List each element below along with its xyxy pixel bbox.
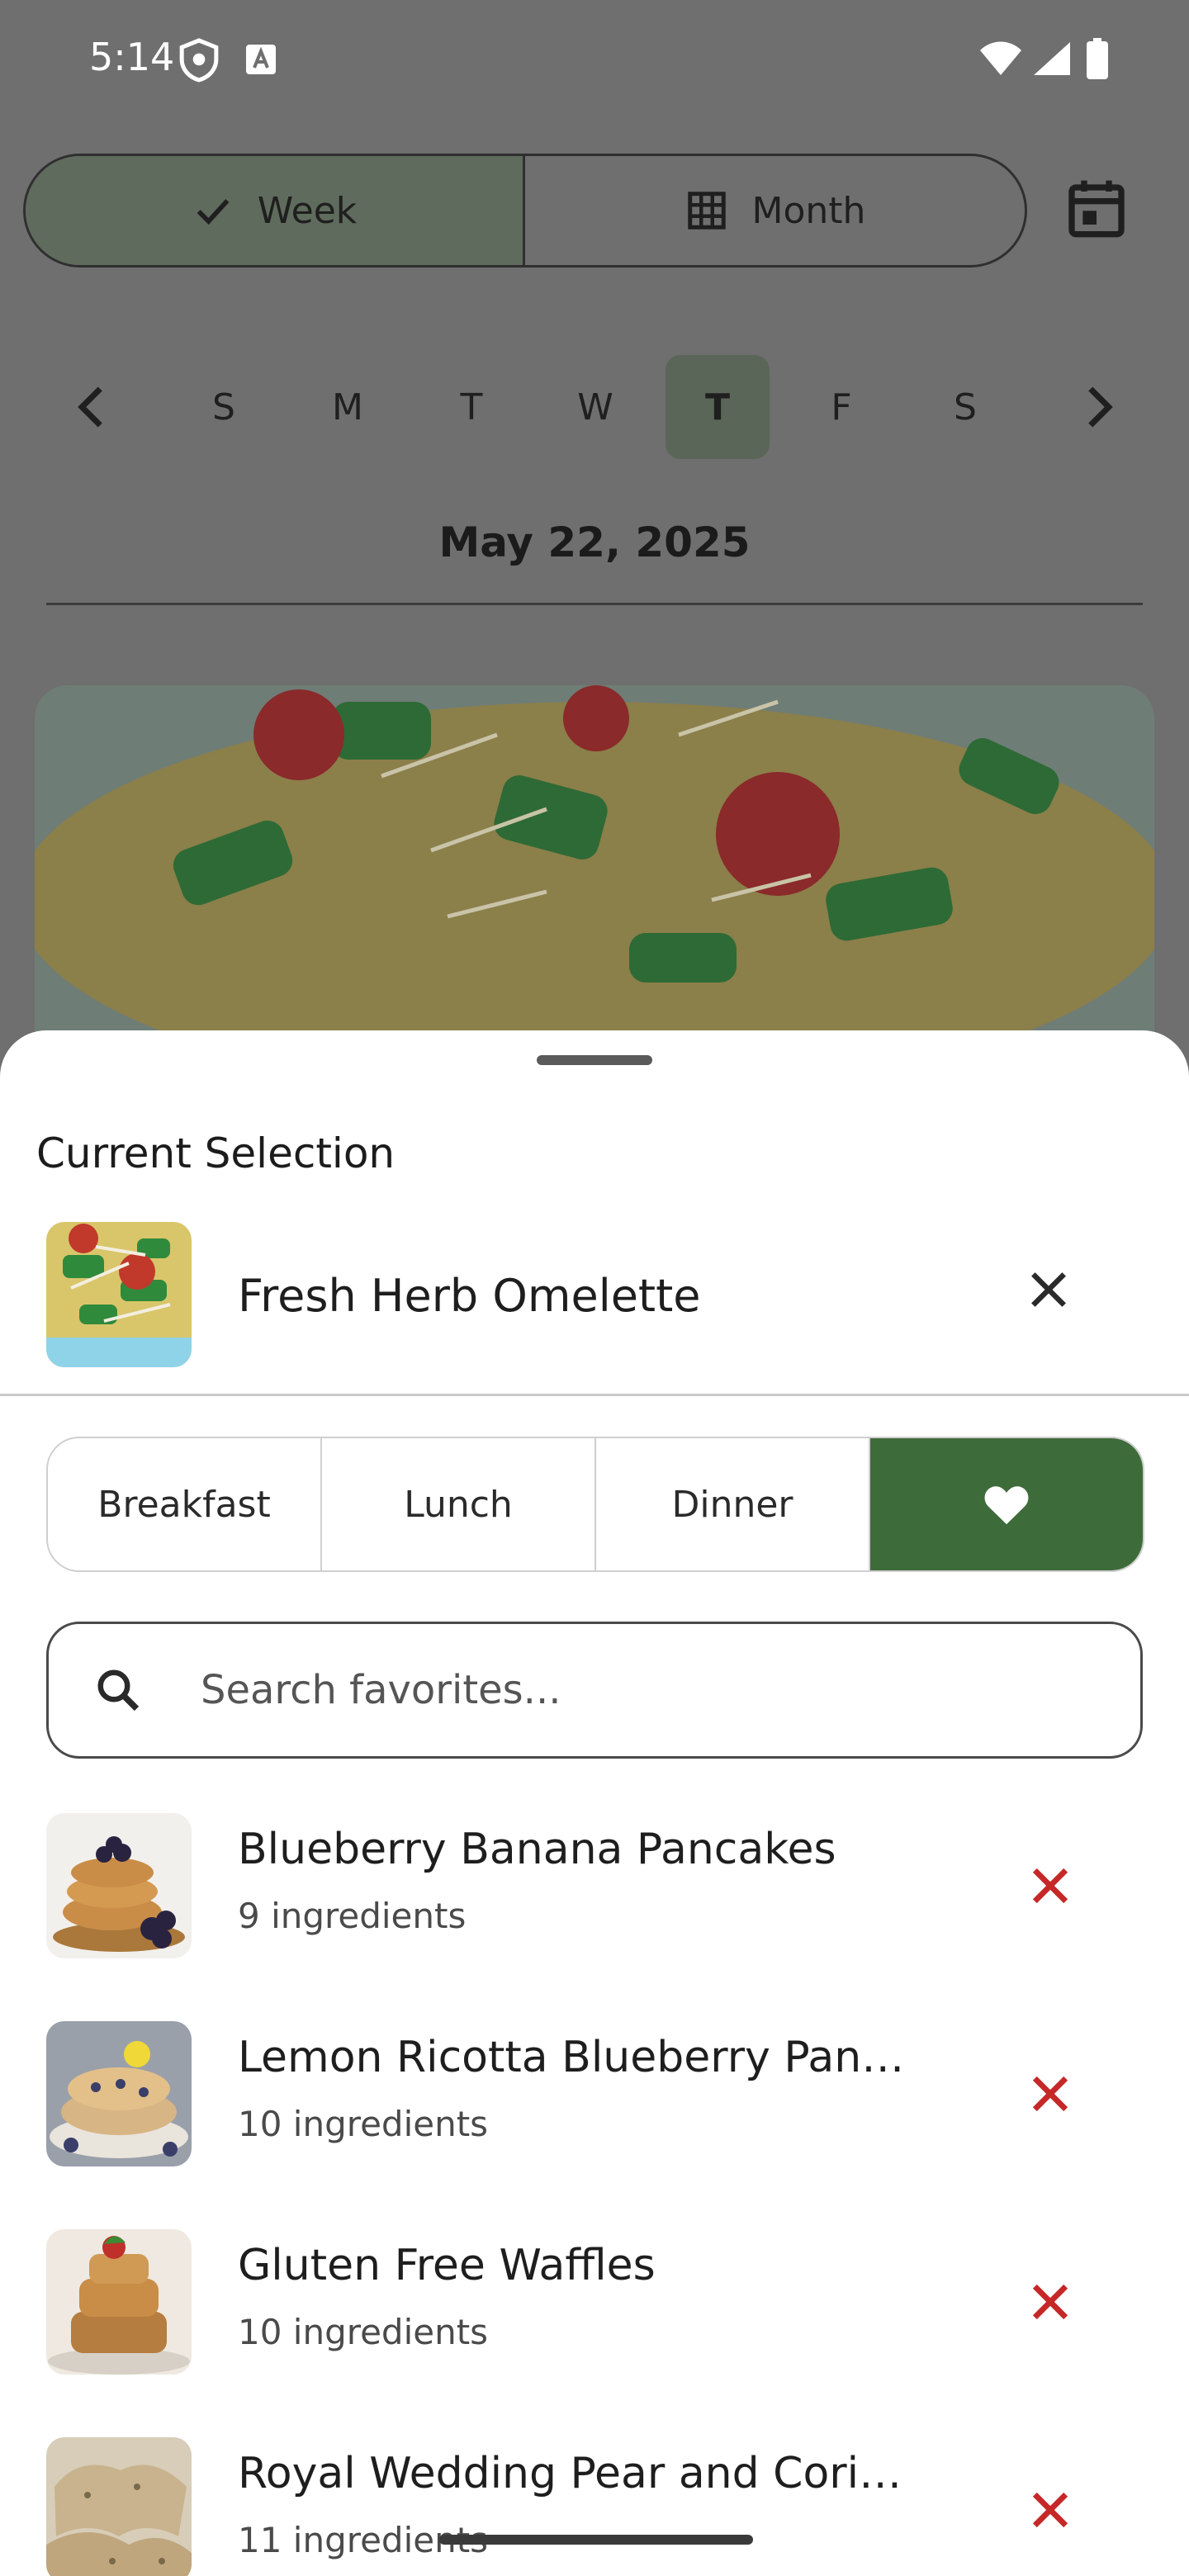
view-toggle: Week Month xyxy=(23,154,1027,268)
recipe-thumbnail xyxy=(46,2021,192,2166)
date-title: May 22, 2025 xyxy=(438,519,751,566)
meal-type-tabs: Breakfast Lunch Dinner xyxy=(46,1437,1144,1572)
heart-icon xyxy=(984,1486,1029,1525)
day-tuesday[interactable]: T xyxy=(419,355,523,459)
tab-dinner[interactable]: Dinner xyxy=(596,1438,870,1570)
search-bar xyxy=(46,1622,1143,1759)
recipe-thumbnail xyxy=(46,1813,192,1958)
recipe-name: Gluten Free Waffles xyxy=(238,2241,656,2290)
day-monday[interactable]: M xyxy=(296,355,400,459)
chevron-left-icon[interactable] xyxy=(66,380,121,434)
date-divider xyxy=(46,603,1143,605)
day-friday[interactable]: F xyxy=(789,355,893,459)
status-time: 5:14 xyxy=(89,35,175,79)
battery-icon xyxy=(1087,38,1108,79)
calendar-grid-icon xyxy=(687,192,726,230)
month-label: Month xyxy=(751,189,866,232)
remove-favorite-icon[interactable] xyxy=(1024,2484,1077,2536)
status-bar: 5:14 xyxy=(0,0,1189,116)
section-divider xyxy=(0,1394,1189,1396)
cell-signal-icon xyxy=(1034,42,1070,75)
day-thursday[interactable]: T xyxy=(666,355,770,459)
recipe-thumbnail xyxy=(46,2229,192,2375)
remove-favorite-icon[interactable] xyxy=(1024,2275,1077,2328)
recipe-name: Blueberry Banana Pancakes xyxy=(238,1825,836,1874)
day-sunday[interactable]: S xyxy=(172,355,276,459)
week-strip: S M T W T F S xyxy=(0,355,1189,462)
current-selection-row: Fresh Herb Omelette xyxy=(0,1222,1189,1371)
calendar-today-icon[interactable] xyxy=(1063,175,1130,241)
recipe-name: Royal Wedding Pear and Coriander Scones xyxy=(238,2449,923,2498)
ingredient-count: 10 ingredients xyxy=(238,2104,489,2144)
current-recipe-name: Fresh Herb Omelette xyxy=(238,1270,701,1322)
remove-favorite-icon[interactable] xyxy=(1024,1859,1077,1912)
keyboard-a-icon xyxy=(246,45,276,74)
list-item[interactable]: Blueberry Banana Pancakes 9 ingredients xyxy=(0,1813,1189,1962)
search-input[interactable] xyxy=(199,1654,1069,1726)
tab-breakfast[interactable]: Breakfast xyxy=(48,1438,322,1570)
shield-icon xyxy=(179,38,219,83)
omelette-thumbnail xyxy=(46,1222,192,1367)
close-icon[interactable] xyxy=(1022,1263,1075,1316)
chevron-right-icon[interactable] xyxy=(1070,380,1125,434)
current-selection-heading: Current Selection xyxy=(36,1129,396,1177)
list-item[interactable]: Lemon Ricotta Blueberry Pancakes 10 ingr… xyxy=(0,2021,1189,2170)
remove-favorite-icon[interactable] xyxy=(1024,2067,1077,2120)
meal-picker-sheet: Current Selection Fresh Herb Omelette Br… xyxy=(0,1030,1189,2576)
month-toggle-button[interactable]: Month xyxy=(525,156,1025,265)
search-icon xyxy=(97,1669,140,1712)
ingredient-count: 9 ingredients xyxy=(238,1896,467,1936)
tab-lunch[interactable]: Lunch xyxy=(322,1438,596,1570)
wifi-icon xyxy=(980,41,1021,75)
tab-favorites[interactable] xyxy=(870,1438,1143,1570)
meal-hero-image[interactable] xyxy=(35,685,1154,1032)
week-label: Week xyxy=(257,189,358,232)
recipe-name: Lemon Ricotta Blueberry Pancakes xyxy=(238,2033,923,2082)
drag-handle[interactable] xyxy=(537,1055,652,1065)
day-saturday[interactable]: S xyxy=(913,355,1017,459)
ingredient-count: 10 ingredients xyxy=(238,2312,489,2352)
check-icon xyxy=(197,199,230,225)
list-item[interactable]: Gluten Free Waffles 10 ingredients xyxy=(0,2229,1189,2378)
list-item[interactable]: Royal Wedding Pear and Coriander Scones … xyxy=(0,2437,1189,2576)
home-indicator[interactable] xyxy=(439,2535,753,2545)
day-wednesday[interactable]: W xyxy=(543,355,647,459)
recipe-thumbnail xyxy=(46,2437,192,2576)
week-toggle-button[interactable]: Week xyxy=(26,156,525,265)
